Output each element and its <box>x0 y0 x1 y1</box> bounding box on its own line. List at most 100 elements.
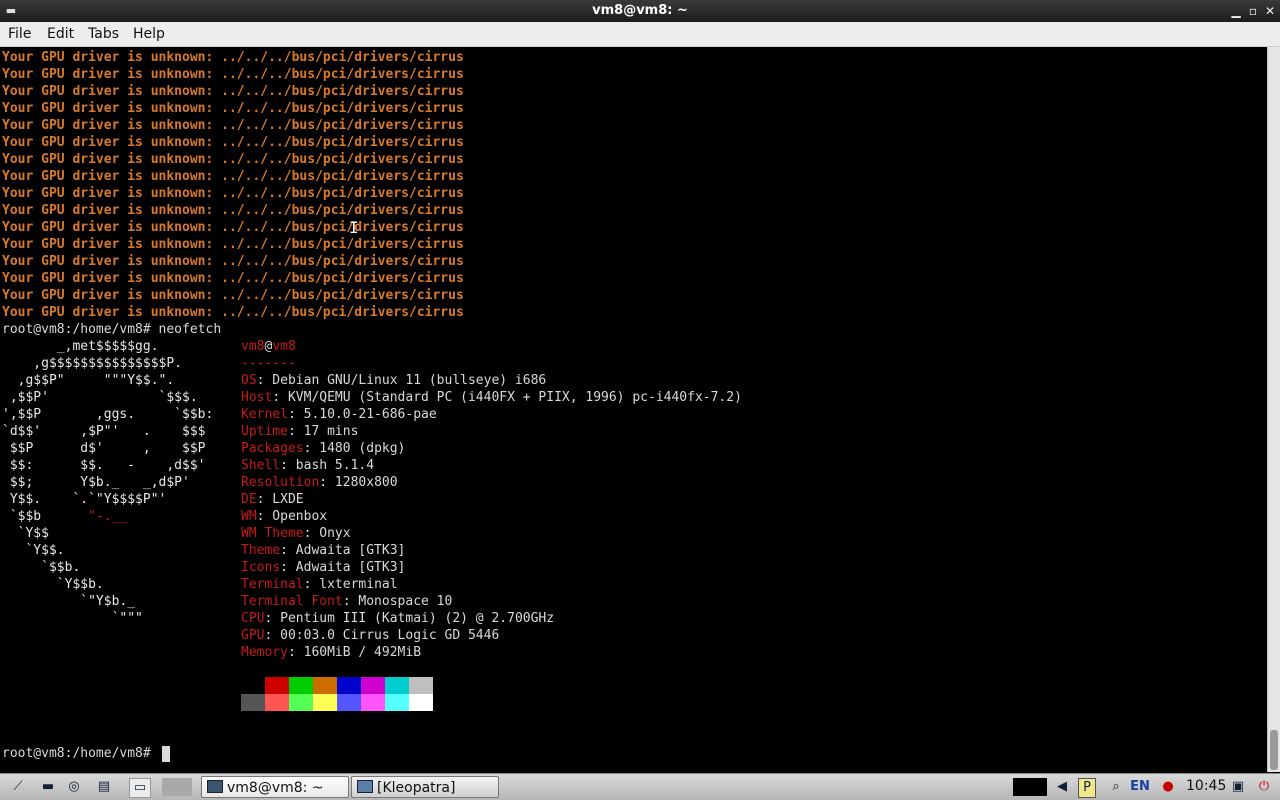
menu-help[interactable]: Help <box>133 26 165 42</box>
sysinfo-value: : Onyx <box>303 526 351 541</box>
color-swatch <box>265 694 289 711</box>
sysinfo-line: Host: KVM/QEMU (Standard PC (i440FX + PI… <box>241 389 742 406</box>
browser-icon[interactable]: ◎ <box>64 778 84 796</box>
user-host: vm8@vm8 <box>241 338 296 355</box>
sysinfo-key: Icons <box>241 560 281 575</box>
sysinfo-value: : 160MiB / 492MiB <box>287 645 422 660</box>
sysinfo-key: CPU <box>241 611 265 626</box>
color-swatch <box>385 694 409 711</box>
menu-file[interactable]: File <box>8 26 31 42</box>
sysinfo-line: GPU: 00:03.0 Cirrus Logic GD 5446 <box>241 627 499 644</box>
search-icon[interactable]: ⌕ <box>1106 778 1126 796</box>
gpu-warning-line: Your GPU driver is unknown: ../../../bus… <box>2 254 464 269</box>
terminal-scrollbar[interactable] <box>1267 47 1280 772</box>
debian-logo-line: ,g$$$$$$$$$$$$$$$P. <box>2 356 183 371</box>
username: vm8 <box>241 339 265 354</box>
sysinfo-key: Packages <box>241 441 304 456</box>
menu-bar: File Edit Tabs Help <box>0 22 1280 47</box>
color-swatch <box>313 694 337 711</box>
volume-icon[interactable]: ◀ <box>1052 778 1072 796</box>
terminal-task-icon <box>207 780 223 793</box>
task-label: vm8@vm8: ~ <box>227 780 324 796</box>
sysinfo-value: : LXDE <box>256 492 304 507</box>
debian-logo-line: `Y$$b. <box>2 577 104 592</box>
color-swatch <box>337 694 361 711</box>
sysinfo-key: GPU <box>241 628 265 643</box>
task-terminal[interactable]: vm8@vm8: ~ <box>201 776 349 798</box>
desktop-icon[interactable]: ▬ <box>38 778 58 796</box>
gpu-warning-line: Your GPU driver is unknown: ../../../bus… <box>2 152 464 167</box>
debian-logo-line: $$: $$. - ,d$$' <box>2 458 206 473</box>
scrollbar-thumb[interactable] <box>1270 730 1278 770</box>
sysinfo-value: : Adwaita [GTK3] <box>280 543 406 558</box>
sysinfo-line: Uptime: 17 mins <box>241 423 358 440</box>
debian-logo-line: ,g$$P" """Y$$.". <box>2 373 175 388</box>
desktop-pager[interactable] <box>162 778 192 796</box>
gpu-warning-line: Your GPU driver is unknown: ../../../bus… <box>2 50 464 65</box>
window-title: vm8@vm8: ~ <box>592 3 688 18</box>
gpu-warning-line: Your GPU driver is unknown: ../../../bus… <box>2 101 464 116</box>
taskbar: ⟋ ▬ ◎ ▤ ▭ vm8@vm8: ~ [Kleopatra] ◀ P ⌕ E… <box>0 773 1280 800</box>
text-cursor <box>162 746 170 762</box>
menu-icon[interactable]: ⟋ <box>8 778 28 796</box>
system-monitor-icon[interactable] <box>1013 778 1047 796</box>
lock-screen-icon[interactable]: ▣ <box>1228 778 1248 796</box>
clipboard-icon[interactable]: P <box>1078 778 1096 798</box>
minimize-icon[interactable]: ▁ <box>1228 3 1244 19</box>
color-swatch <box>289 677 313 694</box>
debian-logo-line: `$$b "-.__ <box>2 509 128 524</box>
sysinfo-key: Terminal Font <box>241 594 343 609</box>
gpu-warning-line: Your GPU driver is unknown: ../../../bus… <box>2 288 464 303</box>
power-icon[interactable]: ⏻ <box>1254 778 1274 796</box>
sysinfo-value: : 17 mins <box>287 424 359 439</box>
sysinfo-value: : lxterminal <box>303 577 398 592</box>
sysinfo-value: : bash 5.1.4 <box>280 458 375 473</box>
hostname: vm8 <box>272 339 296 354</box>
close-icon[interactable]: ✕ <box>1262 3 1278 19</box>
sysinfo-value: : 5.10.0-21-686-pae <box>287 407 437 422</box>
sysinfo-key: Kernel <box>241 407 288 422</box>
sysinfo-value: : Pentium III (Katmai) (2) @ 2.700GHz <box>264 611 555 626</box>
sysinfo-line: DE: LXDE <box>241 491 304 508</box>
debian-logo-line: `$$b. <box>2 560 81 575</box>
sysinfo-line: WM: Openbox <box>241 508 327 525</box>
sysinfo-value: : Debian GNU/Linux 11 (bullseye) i686 <box>256 373 547 388</box>
terminal-icon[interactable]: ▭ <box>129 778 151 798</box>
sysinfo-value: : 00:03.0 Cirrus Logic GD 5446 <box>264 628 500 643</box>
sysinfo-key: Shell <box>241 458 281 473</box>
gpu-warning-line: Your GPU driver is unknown: ../../../bus… <box>2 67 464 82</box>
color-swatch <box>241 694 265 711</box>
debian-logo-line: $$P d$' , $$P <box>2 441 206 456</box>
color-swatch <box>337 677 361 694</box>
sysinfo-key: WM <box>241 509 257 524</box>
menu-tabs[interactable]: Tabs <box>88 26 119 42</box>
sysinfo-line: Resolution: 1280x800 <box>241 474 398 491</box>
clock[interactable]: 10:45 <box>1186 778 1226 794</box>
debian-logo-line: `"Y$b._ <box>2 594 136 609</box>
debian-logo-line: $$; Y$b._ _,d$P' <box>2 475 190 490</box>
files-icon[interactable]: ▤ <box>94 778 114 796</box>
color-swatch <box>409 677 433 694</box>
sysinfo-value: : KVM/QEMU (Standard PC (i440FX + PIIX, … <box>272 390 742 405</box>
task-kleopatra[interactable]: [Kleopatra] <box>351 776 499 798</box>
window-titlebar[interactable]: ▬ vm8@vm8: ~ ▁ ▫ ✕ <box>0 0 1280 22</box>
gpu-warning-line: Your GPU driver is unknown: ../../../bus… <box>2 118 464 133</box>
sysinfo-line: Kernel: 5.10.0-21-686-pae <box>241 406 437 423</box>
sysinfo-key: Resolution <box>241 475 320 490</box>
gpu-warning-line: Your GPU driver is unknown: ../../../bus… <box>2 169 464 184</box>
gpu-warning-line: Your GPU driver is unknown: ../../../bus… <box>2 237 464 252</box>
menu-edit[interactable]: Edit <box>47 26 74 42</box>
terminal-output[interactable]: Your GPU driver is unknown: ../../../bus… <box>0 47 1267 772</box>
debian-logo-line: ',$$P ,ggs. `$$b: <box>2 407 214 422</box>
update-notifier-icon[interactable]: ● <box>1158 778 1178 796</box>
sysinfo-key: WM Theme <box>241 526 304 541</box>
gpu-warning-line: Your GPU driver is unknown: ../../../bus… <box>2 135 464 150</box>
sysinfo-line: Shell: bash 5.1.4 <box>241 457 374 474</box>
kleopatra-task-icon <box>357 780 373 793</box>
sysinfo-key: DE <box>241 492 257 507</box>
maximize-icon[interactable]: ▫ <box>1245 3 1261 19</box>
sysinfo-line: WM Theme: Onyx <box>241 525 351 542</box>
sysinfo-key: OS <box>241 373 257 388</box>
language-indicator[interactable]: EN <box>1130 778 1150 796</box>
sysinfo-line: Icons: Adwaita [GTK3] <box>241 559 405 576</box>
